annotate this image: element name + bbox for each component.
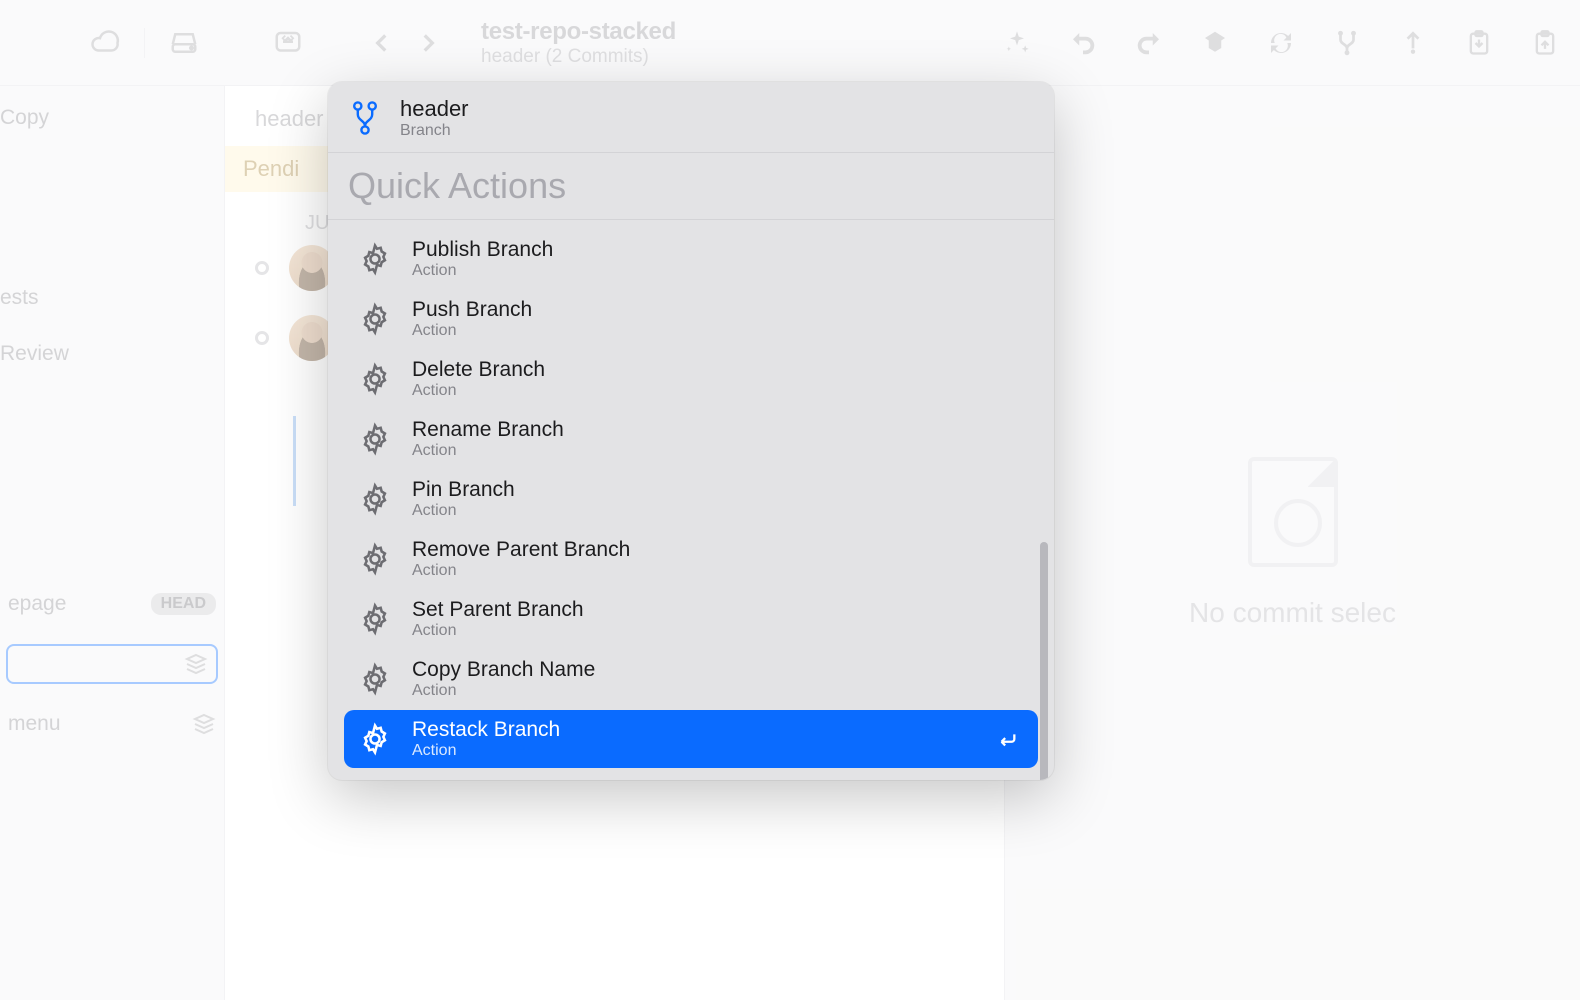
action-sub: Action: [412, 262, 553, 280]
action-publish-branch[interactable]: Publish BranchAction: [344, 230, 1038, 288]
action-sub: Action: [412, 322, 532, 340]
action-title: Push Branch: [412, 298, 532, 322]
action-sub: Action: [412, 502, 515, 520]
gear-icon: [358, 422, 392, 456]
action-sub: Action: [412, 562, 630, 580]
palette-context: header Branch: [328, 82, 1054, 153]
action-sub: Action: [412, 682, 595, 700]
action-set-parent-branch[interactable]: Set Parent BranchAction: [344, 590, 1038, 648]
action-sub: Action: [412, 742, 560, 760]
action-title: Copy Branch Name: [412, 658, 595, 682]
gear-icon: [358, 722, 392, 756]
gear-icon: [358, 242, 392, 276]
gear-icon: [358, 302, 392, 336]
enter-icon: [996, 728, 1024, 750]
palette-context-title: header: [400, 96, 469, 122]
action-sub: Action: [412, 442, 564, 460]
palette-search-row: [328, 153, 1054, 220]
action-title: Delete Branch: [412, 358, 545, 382]
action-copy-branch-name[interactable]: Copy Branch NameAction: [344, 650, 1038, 708]
action-pin-branch[interactable]: Pin BranchAction: [344, 470, 1038, 528]
palette-context-sub: Branch: [400, 122, 469, 140]
gear-icon: [358, 362, 392, 396]
action-rename-branch[interactable]: Rename BranchAction: [344, 410, 1038, 468]
action-title: Set Parent Branch: [412, 598, 584, 622]
action-title: Remove Parent Branch: [412, 538, 630, 562]
gear-icon: [358, 482, 392, 516]
gear-icon: [358, 542, 392, 576]
action-title: Publish Branch: [412, 238, 553, 262]
branch-icon: [350, 100, 380, 136]
action-title: Rename Branch: [412, 418, 564, 442]
action-remove-parent-branch[interactable]: Remove Parent BranchAction: [344, 530, 1038, 588]
action-delete-branch[interactable]: Delete BranchAction: [344, 350, 1038, 408]
gear-icon: [358, 662, 392, 696]
action-sub: Action: [412, 382, 545, 400]
action-sub: Action: [412, 622, 584, 640]
scrollbar[interactable]: [1040, 542, 1048, 780]
action-title: Restack Branch: [412, 718, 560, 742]
gear-icon: [358, 602, 392, 636]
action-restack-branch[interactable]: Restack BranchAction: [344, 710, 1038, 768]
quick-actions-palette: header Branch Publish BranchAction Push …: [328, 82, 1054, 780]
palette-action-list: Publish BranchAction Push BranchAction D…: [328, 220, 1054, 780]
action-push-branch[interactable]: Push BranchAction: [344, 290, 1038, 348]
action-title: Pin Branch: [412, 478, 515, 502]
quick-actions-search-input[interactable]: [346, 161, 1036, 211]
